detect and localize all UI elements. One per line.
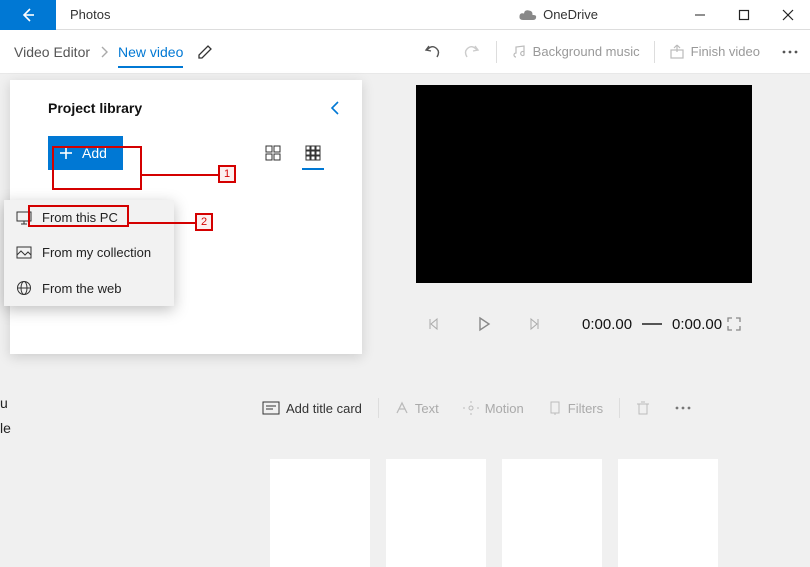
title-card-label: Add title card — [286, 401, 362, 416]
motion-button[interactable]: Motion — [451, 401, 536, 416]
view-large-button[interactable] — [262, 142, 284, 164]
edit-separator — [619, 398, 620, 418]
rename-button[interactable] — [197, 44, 213, 60]
play-button[interactable] — [466, 316, 502, 332]
cloud-icon — [519, 9, 537, 21]
annotation-box-from-pc — [28, 205, 129, 227]
fullscreen-button[interactable] — [716, 316, 752, 332]
text-label: Text — [415, 401, 439, 416]
time-current: 0:00.00 — [582, 316, 632, 333]
prev-frame-button[interactable] — [416, 317, 452, 331]
play-icon — [477, 316, 491, 332]
menu-item-from-web[interactable]: From the web — [4, 270, 174, 306]
breadcrumb-current[interactable]: New video — [118, 44, 183, 68]
chevron-left-icon — [330, 100, 340, 116]
background-music-button[interactable]: Background music — [501, 30, 650, 74]
add-title-card-button[interactable]: Add title card — [250, 401, 374, 416]
next-frame-button[interactable] — [516, 317, 552, 331]
annotation-line-1 — [142, 174, 218, 176]
pencil-icon — [197, 44, 213, 60]
back-button[interactable] — [0, 0, 56, 30]
filters-button[interactable]: Filters — [536, 401, 615, 416]
web-icon — [16, 280, 32, 296]
time-display: 0:00.00 0:00.00 — [582, 316, 722, 333]
onedrive-label: OneDrive — [543, 7, 598, 22]
back-arrow-icon — [20, 7, 36, 23]
app-title: Photos — [70, 7, 110, 22]
maximize-icon — [738, 9, 750, 21]
title-card-icon — [262, 401, 280, 415]
prev-frame-icon — [427, 317, 441, 331]
text-button[interactable]: Text — [383, 401, 451, 416]
toolbar-separator — [496, 41, 497, 63]
collapse-library-button[interactable] — [330, 100, 340, 116]
text-icon — [395, 401, 409, 415]
breadcrumb-parent[interactable]: Video Editor — [14, 44, 90, 60]
view-small-button[interactable] — [302, 142, 324, 164]
motion-icon — [463, 401, 479, 415]
motion-label: Motion — [485, 401, 524, 416]
time-total: 0:00.00 — [672, 316, 722, 333]
music-icon — [511, 44, 527, 60]
filters-label: Filters — [568, 401, 603, 416]
cutoff-text: le — [0, 420, 11, 436]
more-icon — [781, 49, 799, 55]
next-frame-icon — [527, 317, 541, 331]
edit-toolbar: Add title card Text Motion Filters — [250, 388, 790, 428]
finish-label: Finish video — [691, 44, 760, 59]
edit-more-button[interactable] — [662, 405, 704, 411]
cutoff-text: u — [0, 395, 8, 411]
timeline-slot[interactable] — [270, 459, 370, 567]
video-preview[interactable] — [416, 85, 752, 283]
timeline-slot[interactable] — [618, 459, 718, 567]
collection-icon — [16, 246, 32, 260]
timeline — [0, 457, 810, 567]
more-button[interactable] — [770, 30, 810, 74]
chevron-right-icon — [100, 46, 108, 58]
annotation-line-2 — [129, 222, 195, 224]
filters-icon — [548, 401, 562, 415]
breadcrumb: Video Editor New video — [14, 36, 183, 68]
bg-music-label: Background music — [533, 44, 640, 59]
annotation-number-1: 1 — [218, 165, 236, 183]
onedrive-status[interactable]: OneDrive — [519, 7, 598, 22]
annotation-box-add — [52, 146, 142, 190]
maximize-button[interactable] — [722, 0, 766, 30]
trash-icon — [636, 400, 650, 416]
edit-separator — [378, 398, 379, 418]
delete-button[interactable] — [624, 400, 662, 416]
player-controls: 0:00.00 0:00.00 — [416, 304, 752, 344]
undo-button[interactable] — [412, 30, 452, 74]
toolbar-separator — [654, 41, 655, 63]
redo-button[interactable] — [452, 30, 492, 74]
menu-from-web-label: From the web — [42, 281, 121, 296]
menu-from-collection-label: From my collection — [42, 245, 151, 260]
time-separator — [642, 323, 662, 325]
menu-item-from-collection[interactable]: From my collection — [4, 235, 174, 270]
fullscreen-icon — [726, 316, 742, 332]
library-title: Project library — [48, 100, 330, 116]
timeline-slot[interactable] — [502, 459, 602, 567]
close-icon — [782, 9, 794, 21]
close-button[interactable] — [766, 0, 810, 30]
more-icon — [674, 405, 692, 411]
finish-video-button[interactable]: Finish video — [659, 30, 770, 74]
title-bar: Photos OneDrive — [0, 0, 810, 30]
undo-icon — [423, 44, 441, 60]
annotation-number-2: 2 — [195, 213, 213, 231]
grid-small-icon — [305, 145, 321, 161]
minimize-button[interactable] — [678, 0, 722, 30]
timeline-slot[interactable] — [386, 459, 486, 567]
minimize-icon — [694, 9, 706, 21]
export-icon — [669, 44, 685, 60]
redo-icon — [463, 44, 481, 60]
grid-large-icon — [265, 145, 281, 161]
main-toolbar: Video Editor New video Background music … — [0, 30, 810, 74]
